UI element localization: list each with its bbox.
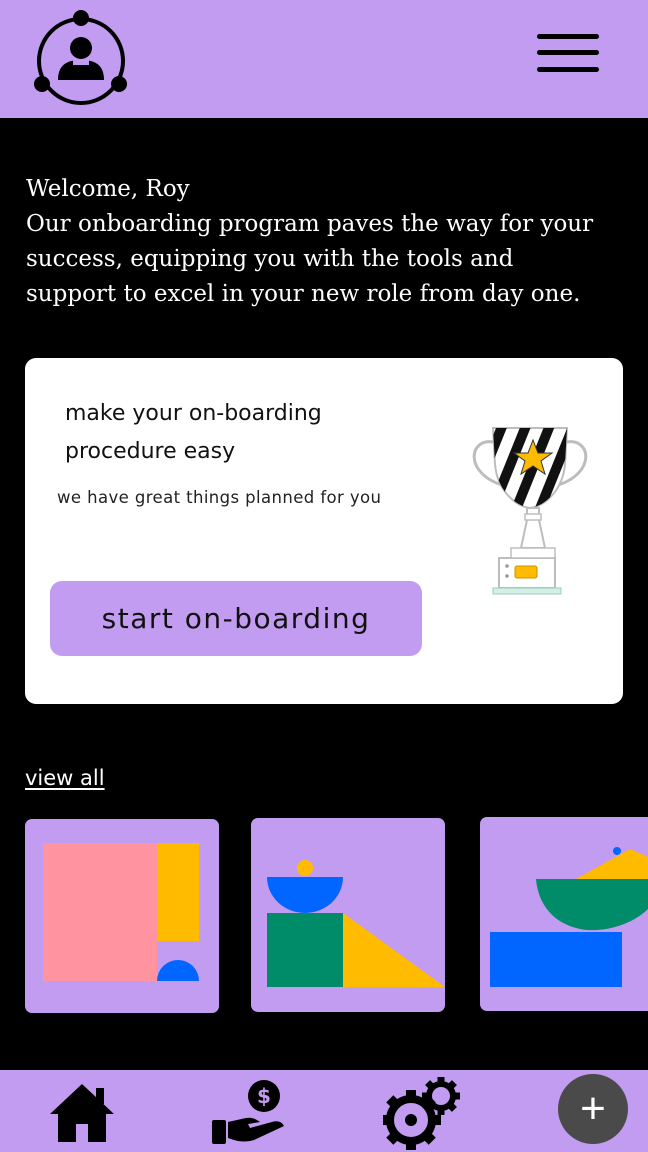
module-tile[interactable] [480,817,648,1011]
plus-icon: + [580,1084,606,1133]
abstract-shapes-2-icon [267,860,445,987]
top-bar [0,0,648,118]
hamburger-icon-bar [537,34,599,39]
svg-text:$: $ [257,1084,271,1108]
nav-home-button[interactable] [48,1078,116,1144]
nav-payments-button[interactable]: $ [210,1076,290,1146]
card-subtitle: we have great things planned for you [57,488,382,507]
bottom-navigation: $ + [0,1070,648,1152]
hamburger-icon-bar [537,50,599,55]
onboarding-card: make your on-boarding procedure easy we … [25,358,623,704]
welcome-greeting: Welcome, Roy [26,176,190,202]
abstract-shapes-3-icon [490,847,648,987]
module-tile[interactable] [25,819,219,1013]
menu-button[interactable] [537,32,599,76]
gears-icon [381,1077,460,1150]
add-button[interactable]: + [558,1074,628,1144]
trophy-icon [472,427,588,595]
nav-settings-button[interactable] [381,1074,463,1150]
card-title: make your on-boarding procedure easy [65,401,322,464]
welcome-message: Our onboarding program paves the way for… [26,211,601,307]
hamburger-icon-bar [537,67,599,72]
home-icon [50,1084,114,1142]
view-all-link[interactable]: view all [25,766,105,790]
start-onboarding-button[interactable]: start on-boarding [50,581,422,656]
abstract-shapes-1-icon [43,843,199,981]
welcome-section: Welcome, Roy Our onboarding program pave… [26,172,596,312]
money-hand-icon: $ [212,1080,284,1144]
module-tile[interactable] [251,818,445,1012]
user-network-icon[interactable] [30,8,132,110]
